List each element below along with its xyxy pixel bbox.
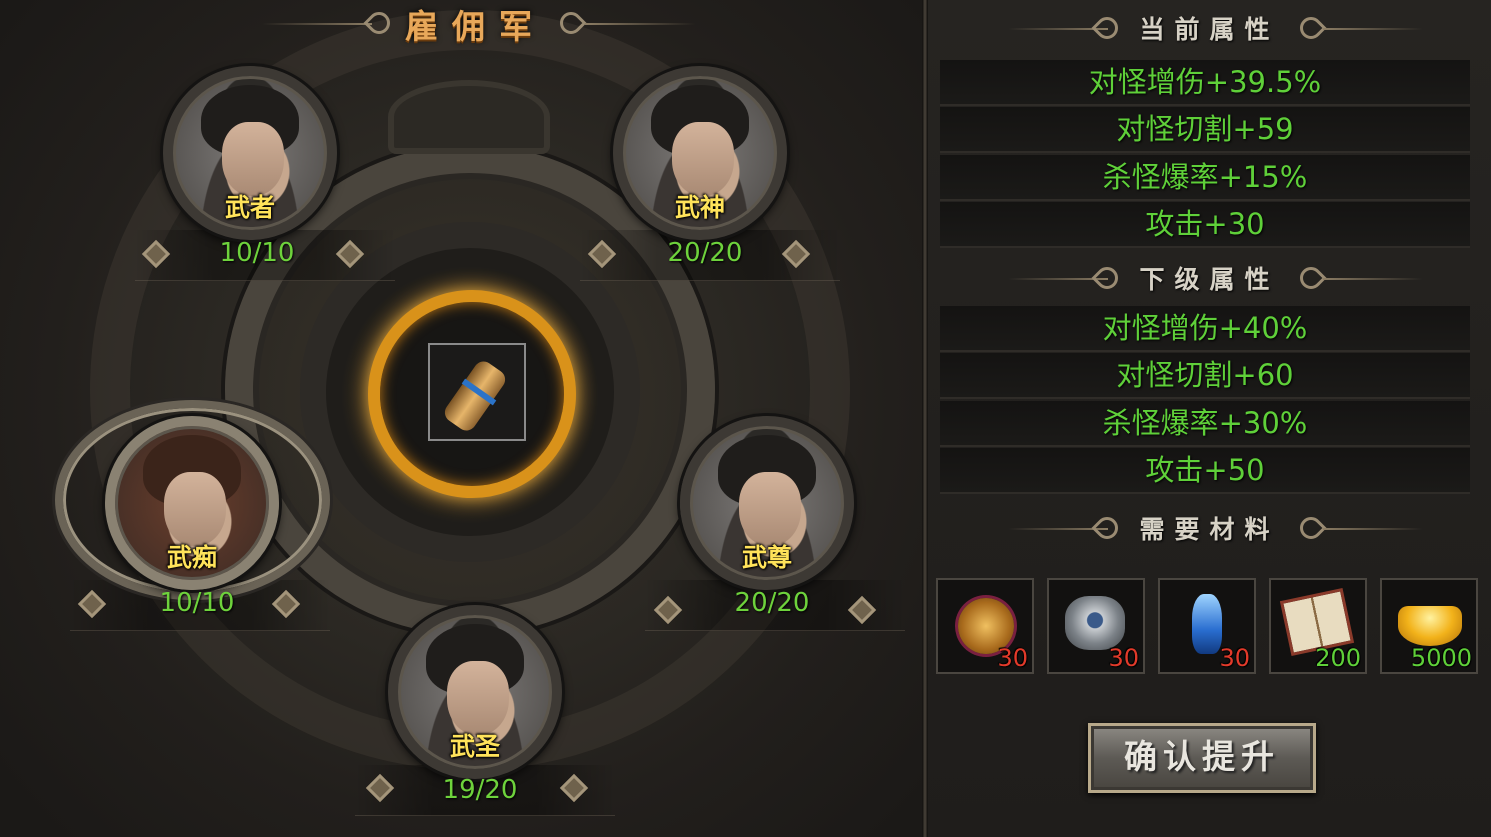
material-slot[interactable]: 30 xyxy=(936,578,1034,674)
current-stat-row: 对怪增伤+39.5% xyxy=(940,60,1470,106)
material-slot[interactable]: 200 xyxy=(1269,578,1367,674)
mercenary-wushen[interactable]: 武神 xyxy=(605,58,795,248)
title-ornament-right xyxy=(585,23,695,25)
mercenary-name: 武尊 xyxy=(741,543,792,572)
center-item-slot[interactable] xyxy=(428,343,526,441)
mercenary-wuzun[interactable]: 武尊 xyxy=(672,408,862,598)
mercenary-wuzhe[interactable]: 武者 xyxy=(155,58,345,248)
next-stat-row: 对怪增伤+40% xyxy=(940,306,1470,352)
mercenary-name: 武者 xyxy=(224,193,275,222)
mercenary-name: 武痴 xyxy=(166,543,217,572)
gold-ingot-icon xyxy=(1398,606,1462,646)
next-stat-row: 对怪切割+60 xyxy=(940,353,1470,399)
mercenary-wusheng[interactable]: 武圣 xyxy=(380,597,570,787)
attribute-panel: 当前属性 对怪增伤+39.5% 对怪切割+59 杀怪爆率+15% 攻击+30 下… xyxy=(928,0,1491,837)
next-stat-row: 杀怪爆率+30% xyxy=(940,401,1470,447)
material-count: 5000 xyxy=(1410,644,1472,672)
material-slot[interactable]: 30 xyxy=(1047,578,1145,674)
section-ornament-right xyxy=(1323,28,1423,30)
mercenary-name: 武圣 xyxy=(449,732,500,761)
mercenary-wuchi[interactable]: 武痴 xyxy=(97,408,287,598)
title-ornament-left xyxy=(262,23,372,25)
section-ornament-right xyxy=(1323,278,1423,280)
current-stat-row: 对怪切割+59 xyxy=(940,107,1470,153)
material-slot[interactable]: 30 xyxy=(1158,578,1256,674)
next-stat-row: 攻击+50 xyxy=(940,448,1470,494)
material-count: 30 xyxy=(1108,644,1139,672)
confirm-upgrade-button[interactable]: 确认提升 xyxy=(1088,723,1316,793)
mercenary-panel: 雇佣军 武者 10/10 武神 20/20 武痴 10/10 武尊 20/20 … xyxy=(0,0,925,837)
blue-crystal-icon xyxy=(1192,594,1222,654)
wheel-emblem-top xyxy=(388,80,550,154)
mercenary-name: 武神 xyxy=(674,193,725,222)
silver-ring-icon xyxy=(1065,596,1125,650)
material-count: 30 xyxy=(997,644,1028,672)
material-slot[interactable]: 5000 xyxy=(1380,578,1478,674)
page-title: 雇佣军 xyxy=(405,7,546,46)
section-ornament-right xyxy=(1323,528,1423,530)
material-count: 200 xyxy=(1315,644,1361,672)
current-stat-row: 杀怪爆率+15% xyxy=(940,155,1470,201)
current-stat-row: 攻击+30 xyxy=(940,202,1470,248)
material-count: 30 xyxy=(1219,644,1250,672)
